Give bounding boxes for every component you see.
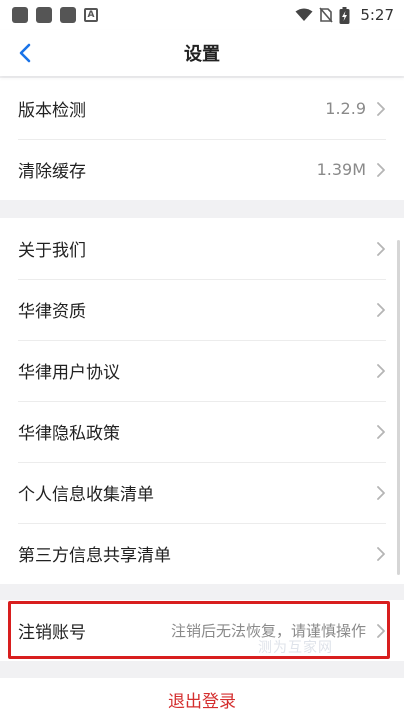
watermark: 测为互家网 (258, 640, 333, 656)
about-us-item[interactable]: 关于我们 (0, 218, 404, 279)
logout-label: 退出登录 (168, 691, 236, 712)
page-title: 设置 (184, 44, 220, 65)
settings-group-account: 注销账号 注销后无法恢复，请谨慎操作 (0, 600, 404, 661)
row-label: 华律隐私政策 (18, 424, 120, 444)
chevron-right-icon (377, 485, 385, 500)
row-label: 版本检测 (18, 101, 86, 121)
chevron-right-icon (377, 363, 385, 378)
battery-charging-icon (339, 6, 350, 24)
row-label: 关于我们 (18, 241, 86, 261)
clear-cache-item[interactable]: 清除缓存 1.39M (0, 139, 404, 200)
row-label: 华律资质 (18, 302, 86, 322)
delete-account-item[interactable]: 注销账号 注销后无法恢复，请谨慎操作 (0, 600, 404, 661)
row-label: 清除缓存 (18, 162, 86, 182)
chevron-right-icon (377, 101, 385, 116)
cache-size-value: 1.39M (316, 160, 366, 179)
app-square-icon (12, 7, 28, 23)
settings-group-info: 关于我们 华律资质 华律用户协议 华律隐私政策 个人信息收集清单 第三方信息共享… (0, 218, 404, 584)
chevron-right-icon (377, 162, 385, 177)
chevron-right-icon (377, 546, 385, 561)
header: 设置 (0, 30, 404, 76)
status-icons: 5:27 (295, 6, 394, 24)
row-label: 个人信息收集清单 (18, 485, 154, 505)
wifi-icon (295, 8, 313, 21)
no-sim-icon (319, 7, 333, 23)
row-label: 注销账号 (18, 623, 86, 643)
app-square-icon (36, 7, 52, 23)
status-time: 5:27 (360, 6, 394, 24)
chevron-right-icon (377, 302, 385, 317)
row-label: 第三方信息共享清单 (18, 546, 171, 566)
version-value: 1.2.9 (325, 99, 366, 118)
user-agreement-item[interactable]: 华律用户协议 (0, 340, 404, 401)
settings-group-app: 版本检测 1.2.9 清除缓存 1.39M (0, 78, 404, 200)
personal-info-list-item[interactable]: 个人信息收集清单 (0, 462, 404, 523)
back-button[interactable] (10, 38, 40, 68)
row-label: 华律用户协议 (18, 363, 120, 383)
third-party-sharing-item[interactable]: 第三方信息共享清单 (0, 523, 404, 584)
chevron-left-icon (19, 43, 31, 63)
status-bar: A 5:27 (0, 0, 404, 30)
chevron-right-icon (377, 623, 385, 638)
a-notification-icon: A (84, 8, 98, 22)
app-square-icon (60, 7, 76, 23)
qualification-item[interactable]: 华律资质 (0, 279, 404, 340)
version-check-item[interactable]: 版本检测 1.2.9 (0, 78, 404, 139)
logout-button[interactable]: 退出登录 (0, 678, 404, 720)
chevron-right-icon (377, 424, 385, 439)
scrollbar[interactable] (397, 240, 400, 575)
privacy-policy-item[interactable]: 华律隐私政策 (0, 401, 404, 462)
chevron-right-icon (377, 241, 385, 256)
